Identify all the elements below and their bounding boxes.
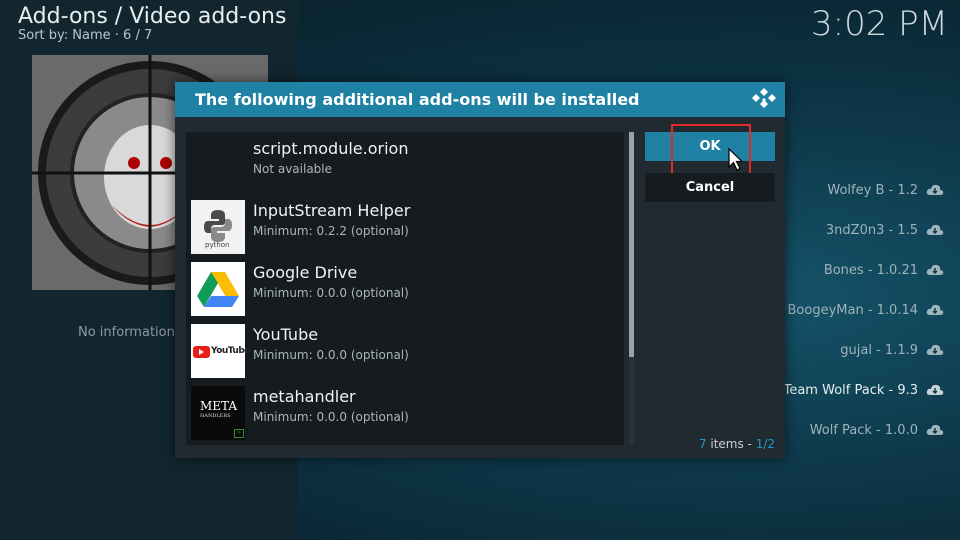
addon-list-item-label: Team Wolf Pack - 9.3 (783, 382, 918, 398)
youtube-icon-label: YouTube (211, 346, 250, 356)
list-scrollbar[interactable] (629, 132, 634, 445)
addon-name: YouTube (253, 325, 319, 344)
kodi-icon (752, 88, 776, 108)
cancel-button[interactable]: Cancel (645, 173, 775, 202)
scrollbar-thumb[interactable] (629, 132, 634, 358)
python-icon: python (191, 200, 245, 254)
youtube-icon: YouTube (191, 324, 250, 378)
addon-detail: Minimum: 0.0.0 (optional) (253, 410, 409, 424)
addon-list-item-label: BoogeyMan - 1.0.14 (787, 302, 919, 318)
addon-name: InputStream Helper (253, 201, 411, 220)
addon-list-item-label: Wolfey B - 1.2 (827, 182, 918, 198)
dialog-title: The following additional add-ons will be… (195, 90, 640, 109)
list-item[interactable]: META HANDLERS > metahandler Minimum: 0.0… (186, 382, 624, 442)
addon-list-item-label: gujal - 1.1.9 (840, 342, 918, 358)
list-item[interactable]: python InputStream Helper Minimum: 0.2.2… (186, 196, 624, 256)
item-count: 7 items - 1/2 (699, 437, 775, 451)
cloud-download-icon (926, 224, 944, 235)
addon-list-item-label: Wolf Pack - 1.0.0 (809, 422, 918, 438)
page-title: Add-ons / Video add-ons (18, 4, 287, 29)
list-item[interactable]: Google Drive Minimum: 0.0.0 (optional) (186, 258, 624, 318)
dependency-list[interactable]: script.module.orion Not available python… (186, 132, 624, 445)
addon-name: metahandler (253, 387, 356, 406)
cloud-download-icon (926, 344, 944, 355)
addon-name: script.module.orion (253, 139, 409, 158)
list-item[interactable]: script.module.orion Not available (186, 134, 624, 194)
item-count-total: 7 (698, 437, 707, 451)
google-drive-icon (191, 262, 245, 316)
addon-detail: Minimum: 0.2.2 (optional) (253, 224, 409, 238)
dialog-header: The following additional add-ons will be… (175, 82, 785, 117)
mouse-cursor-icon (728, 148, 744, 171)
cloud-download-icon (926, 264, 944, 275)
metahandler-icon-sublabel: HANDLERS (200, 413, 231, 419)
metahandler-icon-label: META (200, 399, 238, 413)
cloud-download-icon (926, 184, 944, 195)
addon-name: Google Drive (253, 263, 358, 282)
python-icon-label: python (205, 241, 230, 249)
list-item[interactable]: YouTube YouTube Minimum: 0.0.0 (optional… (186, 320, 624, 380)
terminal-icon: > (234, 429, 244, 438)
addon-detail: Minimum: 0.0.0 (optional) (253, 286, 409, 300)
sort-info: Sort by: Name · 6 / 7 (18, 28, 153, 43)
clock: 3:02 PM (811, 4, 948, 44)
page-indicator: 1/2 (755, 437, 775, 451)
item-count-label: items - (706, 437, 756, 451)
addon-detail: Minimum: 0.0.0 (optional) (253, 348, 409, 362)
metahandler-icon: META HANDLERS > (191, 386, 245, 440)
cloud-download-icon (926, 384, 944, 395)
no-information-text: No information a (78, 325, 187, 340)
cloud-download-icon (926, 304, 944, 315)
blank-icon (191, 138, 245, 192)
addon-detail: Not available (253, 162, 333, 176)
cloud-download-icon (926, 424, 944, 435)
addon-list-item-label: Bones - 1.0.21 (823, 262, 918, 278)
install-dependencies-dialog: The following additional add-ons will be… (175, 82, 785, 458)
addon-list-item-label: 3ndZ0n3 - 1.5 (825, 222, 918, 238)
